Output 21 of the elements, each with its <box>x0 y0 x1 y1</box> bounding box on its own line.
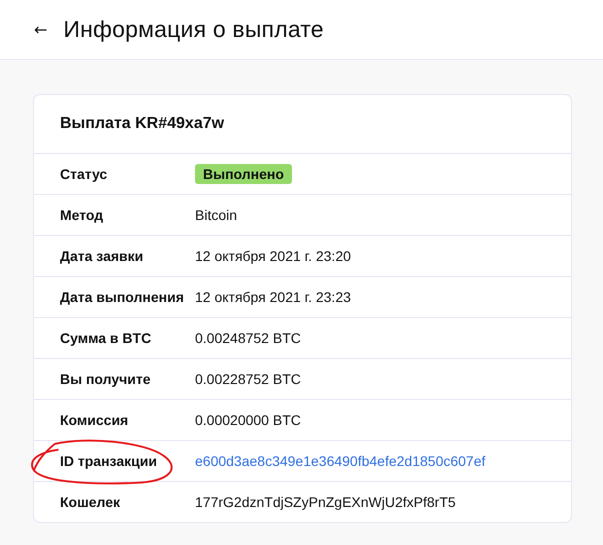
status-badge: Выполнено <box>195 164 292 184</box>
field-label: Статус <box>60 166 108 182</box>
field-label: Кошелек <box>60 494 120 510</box>
field-label: Комиссия <box>60 412 128 428</box>
field-label: ID транзакции <box>60 453 157 469</box>
field-label: Вы получите <box>60 371 150 387</box>
field-label: Дата выполнения <box>60 289 184 305</box>
back-button[interactable]: ← <box>30 20 52 39</box>
card-title: Выплата KR#49xa7w <box>34 95 571 154</box>
field-value: 0.00228752 BTC <box>195 371 301 387</box>
field-label: Дата заявки <box>60 248 144 264</box>
field-value: 0.00020000 BTC <box>195 412 301 428</box>
page-title: Информация о выплате <box>63 16 324 43</box>
transaction-link[interactable]: e600d3ae8c349e1e36490fb4efe2d1850c607ef <box>195 453 486 469</box>
field-label: Метод <box>60 207 104 223</box>
field-value: 0.00248752 BTC <box>195 330 301 346</box>
field-value: 12 октября 2021 г. 23:20 <box>195 248 351 264</box>
field-value: 177rG2dznTdjSZyPnZgEXnWjU2fxPf8rT5 <box>195 494 456 510</box>
field-label: Сумма в BTC <box>60 330 152 346</box>
field-value: 12 октября 2021 г. 23:23 <box>195 289 351 305</box>
field-value: Bitcoin <box>195 207 238 223</box>
